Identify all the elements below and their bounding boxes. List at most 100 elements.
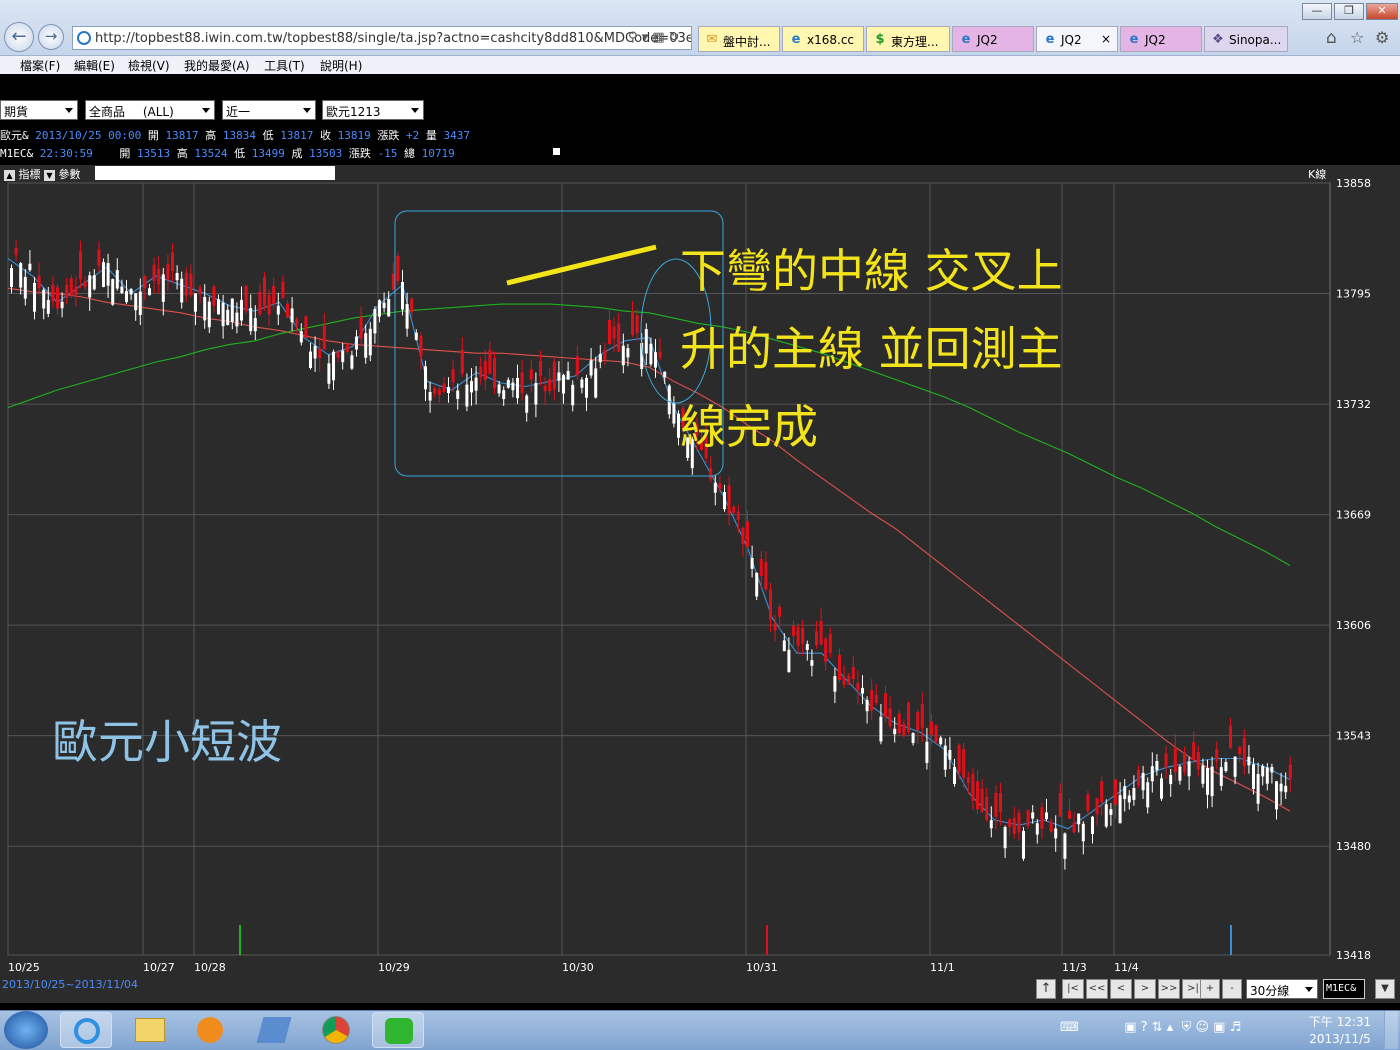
refresh-icon[interactable]: ↻ [669, 30, 680, 45]
nav-button-1[interactable]: << [1086, 979, 1108, 999]
tray-monitor-icon[interactable]: ▣ [1213, 1020, 1225, 1035]
tray-up-arrow-icon[interactable]: ▴ [1167, 1020, 1174, 1035]
compat-view-icon[interactable]: ▦ [652, 30, 664, 45]
show-desktop-button[interactable] [1384, 1011, 1398, 1049]
menu-item-5[interactable]: 說明(H) [320, 57, 362, 74]
date-range: 2013/10/25~2013/11/04 [2, 978, 139, 991]
tab-1[interactable]: e x168.cc [782, 26, 864, 52]
symbol-select[interactable]: 歐元1213 [322, 100, 424, 120]
candle-body [562, 375, 565, 394]
symbol-code-field[interactable]: M1EC& [1323, 979, 1365, 999]
candle-body [125, 291, 128, 303]
minimize-button[interactable]: — [1302, 3, 1332, 20]
expand-down-icon[interactable]: ▼ [1375, 979, 1395, 999]
quote-line-daily: 歐元& 2013/10/25 00:00 開 13817 高 13834 低 1… [0, 129, 470, 142]
param-button[interactable]: 參數 [59, 168, 81, 181]
candle-body [861, 687, 864, 694]
interval-select[interactable]: 30分線 [1246, 979, 1318, 999]
taskbar-chrome-icon[interactable] [310, 1012, 362, 1048]
period-select[interactable]: 近一 [222, 100, 316, 120]
candle-body [249, 308, 253, 332]
nav-button-0[interactable]: |< [1062, 979, 1084, 999]
tray-icons: ⌨ ▣ ? ⇅ ▴ ⛨ ☺ ▣ ♬ [1060, 1020, 1241, 1035]
tray-volume-icon[interactable]: ♬ [1230, 1020, 1242, 1035]
candle-body [60, 301, 64, 309]
candle-body [819, 620, 823, 645]
candle-body [782, 640, 786, 652]
candle-body [953, 766, 956, 785]
favorites-star-icon[interactable]: ☆ [1350, 28, 1364, 47]
param-toggle-icon[interactable]: ▼ [44, 170, 55, 181]
tab-2[interactable]: $ 東方理... [866, 26, 950, 52]
forward-button[interactable]: → [38, 24, 64, 50]
candle-body [327, 363, 331, 384]
candle-body [378, 300, 381, 317]
nav-button-7[interactable]: - [1222, 979, 1242, 999]
tray-window-icon[interactable]: ▣ [1124, 1020, 1136, 1035]
candle-body [115, 270, 119, 289]
candle-body [787, 649, 791, 673]
candle-body [37, 276, 41, 289]
close-button[interactable]: ✕ [1366, 3, 1398, 20]
taskbar-explorer-icon[interactable] [124, 1012, 176, 1048]
tab-6[interactable]: ❖ Sinopa... [1204, 26, 1288, 52]
address-tools: ⚲ ▾ ▦ ↻ [628, 30, 680, 45]
candle-body [359, 316, 363, 339]
candle-body [1077, 813, 1081, 825]
menu-item-1[interactable]: 編輯(E) [74, 57, 115, 74]
tab-0[interactable]: ✉ 盤中討... [698, 26, 780, 52]
tray-shield-icon[interactable]: ⛨ [1182, 1020, 1192, 1035]
candle-body [985, 796, 989, 821]
candle-body [631, 310, 634, 335]
candle-body [42, 289, 46, 309]
start-button[interactable] [4, 1011, 48, 1049]
settings-gear-icon[interactable]: ⚙ [1375, 28, 1389, 47]
back-button[interactable]: ← [4, 22, 34, 52]
menu-item-0[interactable]: 檔案(F) [20, 57, 60, 74]
candle-body [516, 377, 519, 399]
candle-body [971, 773, 975, 801]
candle-body [1132, 787, 1136, 800]
address-bar[interactable]: http://topbest88.iwin.com.tw/topbest88/s… [72, 26, 692, 50]
restore-button[interactable]: ❐ [1334, 3, 1364, 20]
taskbar-ie-icon[interactable] [60, 1012, 112, 1048]
candle-body [396, 255, 400, 281]
candle-body [88, 275, 92, 298]
indicator-toggle-icon[interactable]: ▲ [4, 170, 15, 181]
tab-4[interactable]: e JQ2 × [1036, 26, 1118, 52]
tab-3[interactable]: e JQ2 [952, 26, 1034, 52]
tray-help-icon[interactable]: ? [1141, 1020, 1148, 1035]
search-icon[interactable]: ⚲ [628, 30, 638, 45]
nav-button-3[interactable]: > [1134, 979, 1156, 999]
tray-ime-icon[interactable]: ⌨ [1060, 1020, 1079, 1035]
clock[interactable]: 下午 12:31 2013/11/5 [1302, 1014, 1378, 1048]
candle-body [19, 263, 23, 288]
market-select[interactable]: 期貨 [0, 100, 78, 120]
menu-item-3[interactable]: 我的最愛(A) [184, 57, 250, 74]
candle-body [1210, 766, 1214, 797]
candle-body [28, 263, 32, 271]
candle-body [1229, 725, 1232, 749]
param-input[interactable] [95, 166, 335, 180]
x-tick-label: 11/1 [930, 961, 955, 974]
candle-body [120, 286, 124, 294]
home-icon[interactable]: ⌂ [1326, 28, 1337, 48]
tray-user-icon[interactable]: ☺ [1195, 1020, 1209, 1035]
product-select[interactable]: 全商品 (ALL) [85, 100, 215, 120]
nav-button-6[interactable]: + [1200, 979, 1220, 999]
indicator-button[interactable]: 指標 [19, 168, 41, 181]
tray-network-icon[interactable]: ⇅ [1152, 1020, 1163, 1035]
dropdown-icon[interactable]: ▾ [642, 30, 649, 45]
scroll-up-icon[interactable]: ↑ [1036, 979, 1056, 999]
taskbar-media-player-icon[interactable] [184, 1012, 236, 1048]
candle-body [290, 308, 294, 323]
taskbar-paint-icon[interactable] [248, 1012, 300, 1048]
menu-item-2[interactable]: 檢視(V) [128, 57, 170, 74]
nav-button-4[interactable]: >> [1158, 979, 1180, 999]
nav-button-2[interactable]: < [1110, 979, 1132, 999]
close-tab-icon[interactable]: × [1101, 32, 1111, 46]
candle-body [621, 345, 625, 366]
tab-5[interactable]: e JQ2 [1120, 26, 1202, 52]
menu-item-4[interactable]: 工具(T) [264, 57, 305, 74]
taskbar-line-icon[interactable] [372, 1012, 424, 1048]
